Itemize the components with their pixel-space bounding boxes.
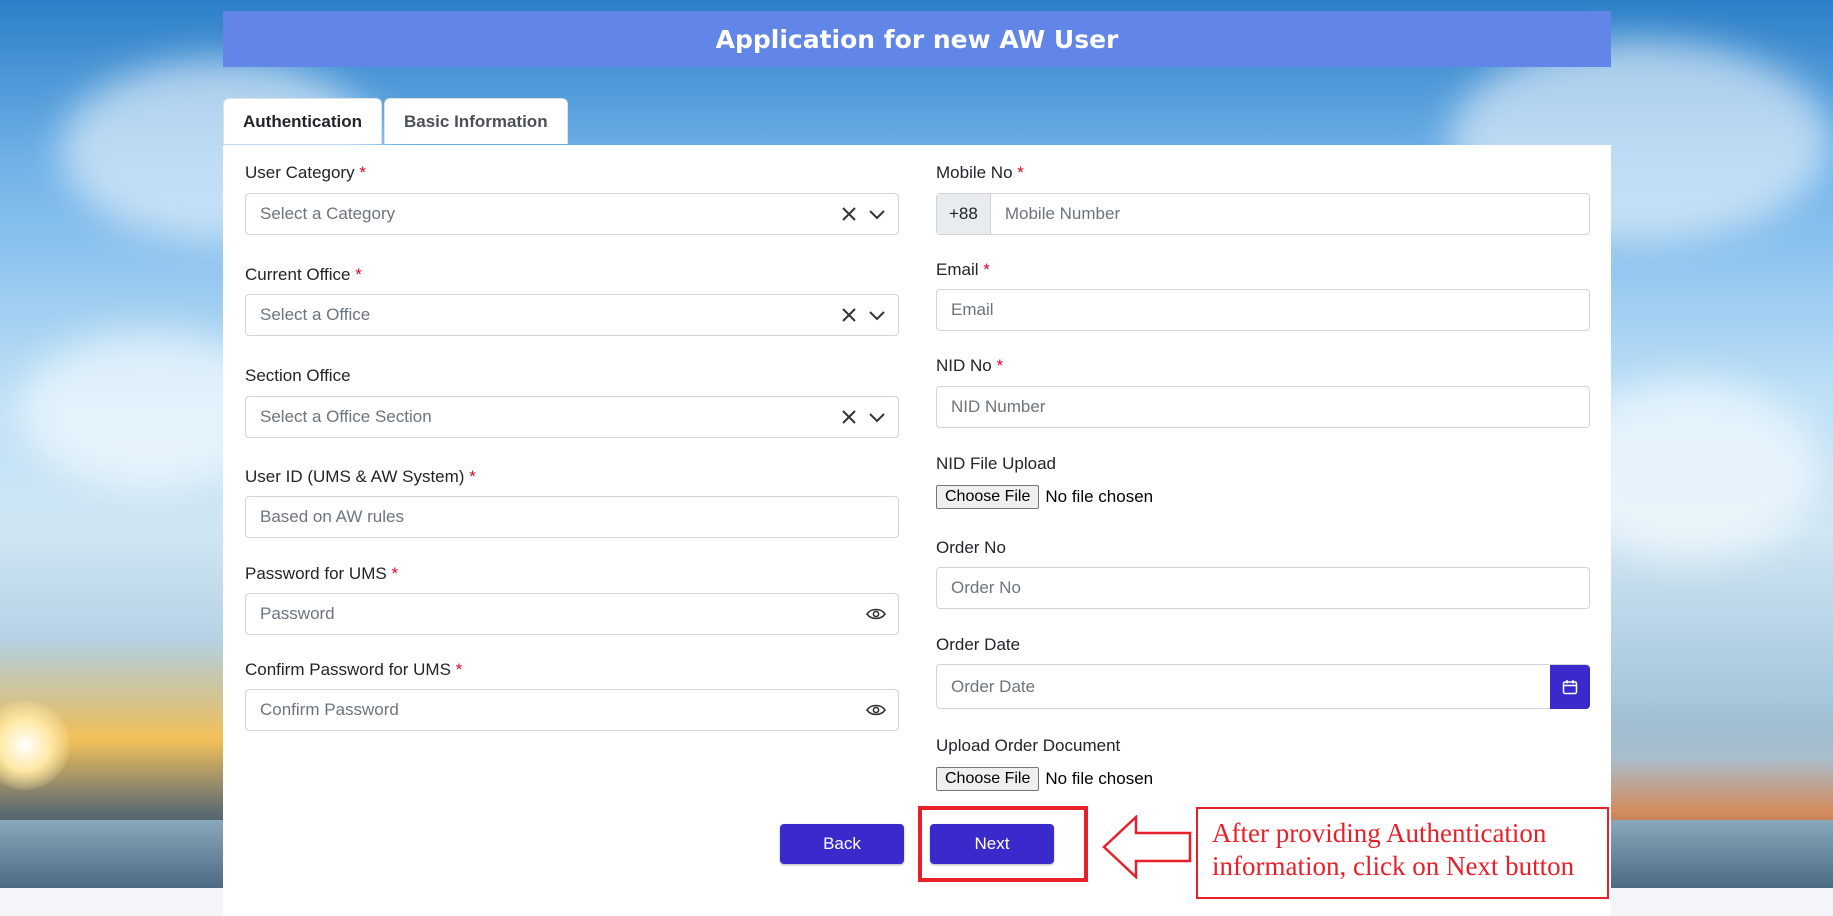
- nid-choose-file-button[interactable]: Choose File: [936, 485, 1040, 509]
- order-no-placeholder: Order No: [951, 578, 1021, 597]
- mobile-input[interactable]: +88 Mobile Number: [936, 193, 1590, 235]
- order-date-label: Order Date: [936, 635, 1021, 654]
- form-tabs: Authentication Basic Information: [223, 98, 570, 145]
- form-card: User Category * Select a Category Curren…: [223, 145, 1611, 916]
- back-button[interactable]: Back: [780, 824, 904, 864]
- password-placeholder: Password: [260, 604, 335, 623]
- order-doc-choose-file-button[interactable]: Choose File: [936, 767, 1040, 791]
- nid-placeholder: NID Number: [951, 397, 1046, 416]
- arrow-left-icon: [1102, 815, 1192, 879]
- next-button-highlight: [918, 806, 1088, 882]
- eye-icon[interactable]: [866, 703, 886, 717]
- order-document-label: Upload Order Document: [936, 736, 1121, 755]
- user-category-select[interactable]: Select a Category: [245, 193, 899, 235]
- order-document-upload: Choose File No file chosen: [936, 767, 1153, 791]
- user-id-placeholder: Based on AW rules: [260, 507, 404, 526]
- password-label: Password for UMS *: [245, 564, 399, 583]
- clear-icon[interactable]: [840, 408, 858, 426]
- user-category-placeholder: Select a Category: [260, 204, 396, 223]
- current-office-label: Current Office *: [245, 265, 362, 284]
- password-input[interactable]: Password: [245, 593, 899, 635]
- order-date-placeholder: Order Date: [951, 676, 1036, 696]
- user-category-label: User Category *: [245, 163, 366, 182]
- section-office-placeholder: Select a Office Section: [260, 407, 432, 426]
- nid-file-label: NID File Upload: [936, 454, 1056, 473]
- mobile-label: Mobile No *: [936, 163, 1024, 182]
- chevron-down-icon[interactable]: [868, 306, 886, 324]
- section-office-label: Section Office: [245, 366, 351, 385]
- mobile-placeholder: Mobile Number: [1004, 204, 1121, 223]
- nid-label: NID No *: [936, 356, 1004, 375]
- calendar-button[interactable]: [1550, 664, 1590, 709]
- country-code-prefix: +88: [937, 194, 991, 234]
- current-office-select[interactable]: Select a Office: [245, 294, 899, 336]
- order-no-input[interactable]: Order No: [936, 567, 1590, 609]
- current-office-placeholder: Select a Office: [260, 305, 371, 324]
- chevron-down-icon[interactable]: [868, 408, 886, 426]
- clear-icon[interactable]: [840, 306, 858, 324]
- chevron-down-icon[interactable]: [868, 205, 886, 223]
- section-office-select[interactable]: Select a Office Section: [245, 396, 899, 438]
- user-id-input[interactable]: Based on AW rules: [245, 496, 899, 538]
- user-id-label: User ID (UMS & AW System) *: [245, 467, 476, 486]
- page-title: Application for new AW User: [223, 11, 1611, 67]
- tab-authentication[interactable]: Authentication: [223, 98, 382, 144]
- annotation-line-2: information, click on Next button: [1212, 851, 1575, 881]
- tab-basic-information[interactable]: Basic Information: [384, 98, 568, 144]
- email-label: Email *: [936, 260, 990, 279]
- confirm-password-placeholder: Confirm Password: [260, 700, 399, 719]
- order-no-label: Order No: [936, 538, 1006, 557]
- annotation-callout: After providing Authentication informati…: [1196, 807, 1609, 899]
- email-input[interactable]: Email: [936, 289, 1590, 331]
- nid-file-upload: Choose File No file chosen: [936, 485, 1153, 509]
- clear-icon[interactable]: [840, 205, 858, 223]
- order-doc-file-status: No file chosen: [1045, 769, 1154, 788]
- confirm-password-label: Confirm Password for UMS *: [245, 660, 463, 679]
- order-date-input[interactable]: Order Date: [936, 664, 1590, 709]
- eye-icon[interactable]: [866, 607, 886, 621]
- confirm-password-input[interactable]: Confirm Password: [245, 689, 899, 731]
- calendar-icon: [1562, 679, 1578, 694]
- annotation-line-1: After providing Authentication: [1212, 818, 1547, 848]
- nid-file-status: No file chosen: [1045, 487, 1154, 506]
- nid-input[interactable]: NID Number: [936, 386, 1590, 428]
- email-placeholder: Email: [951, 300, 994, 319]
